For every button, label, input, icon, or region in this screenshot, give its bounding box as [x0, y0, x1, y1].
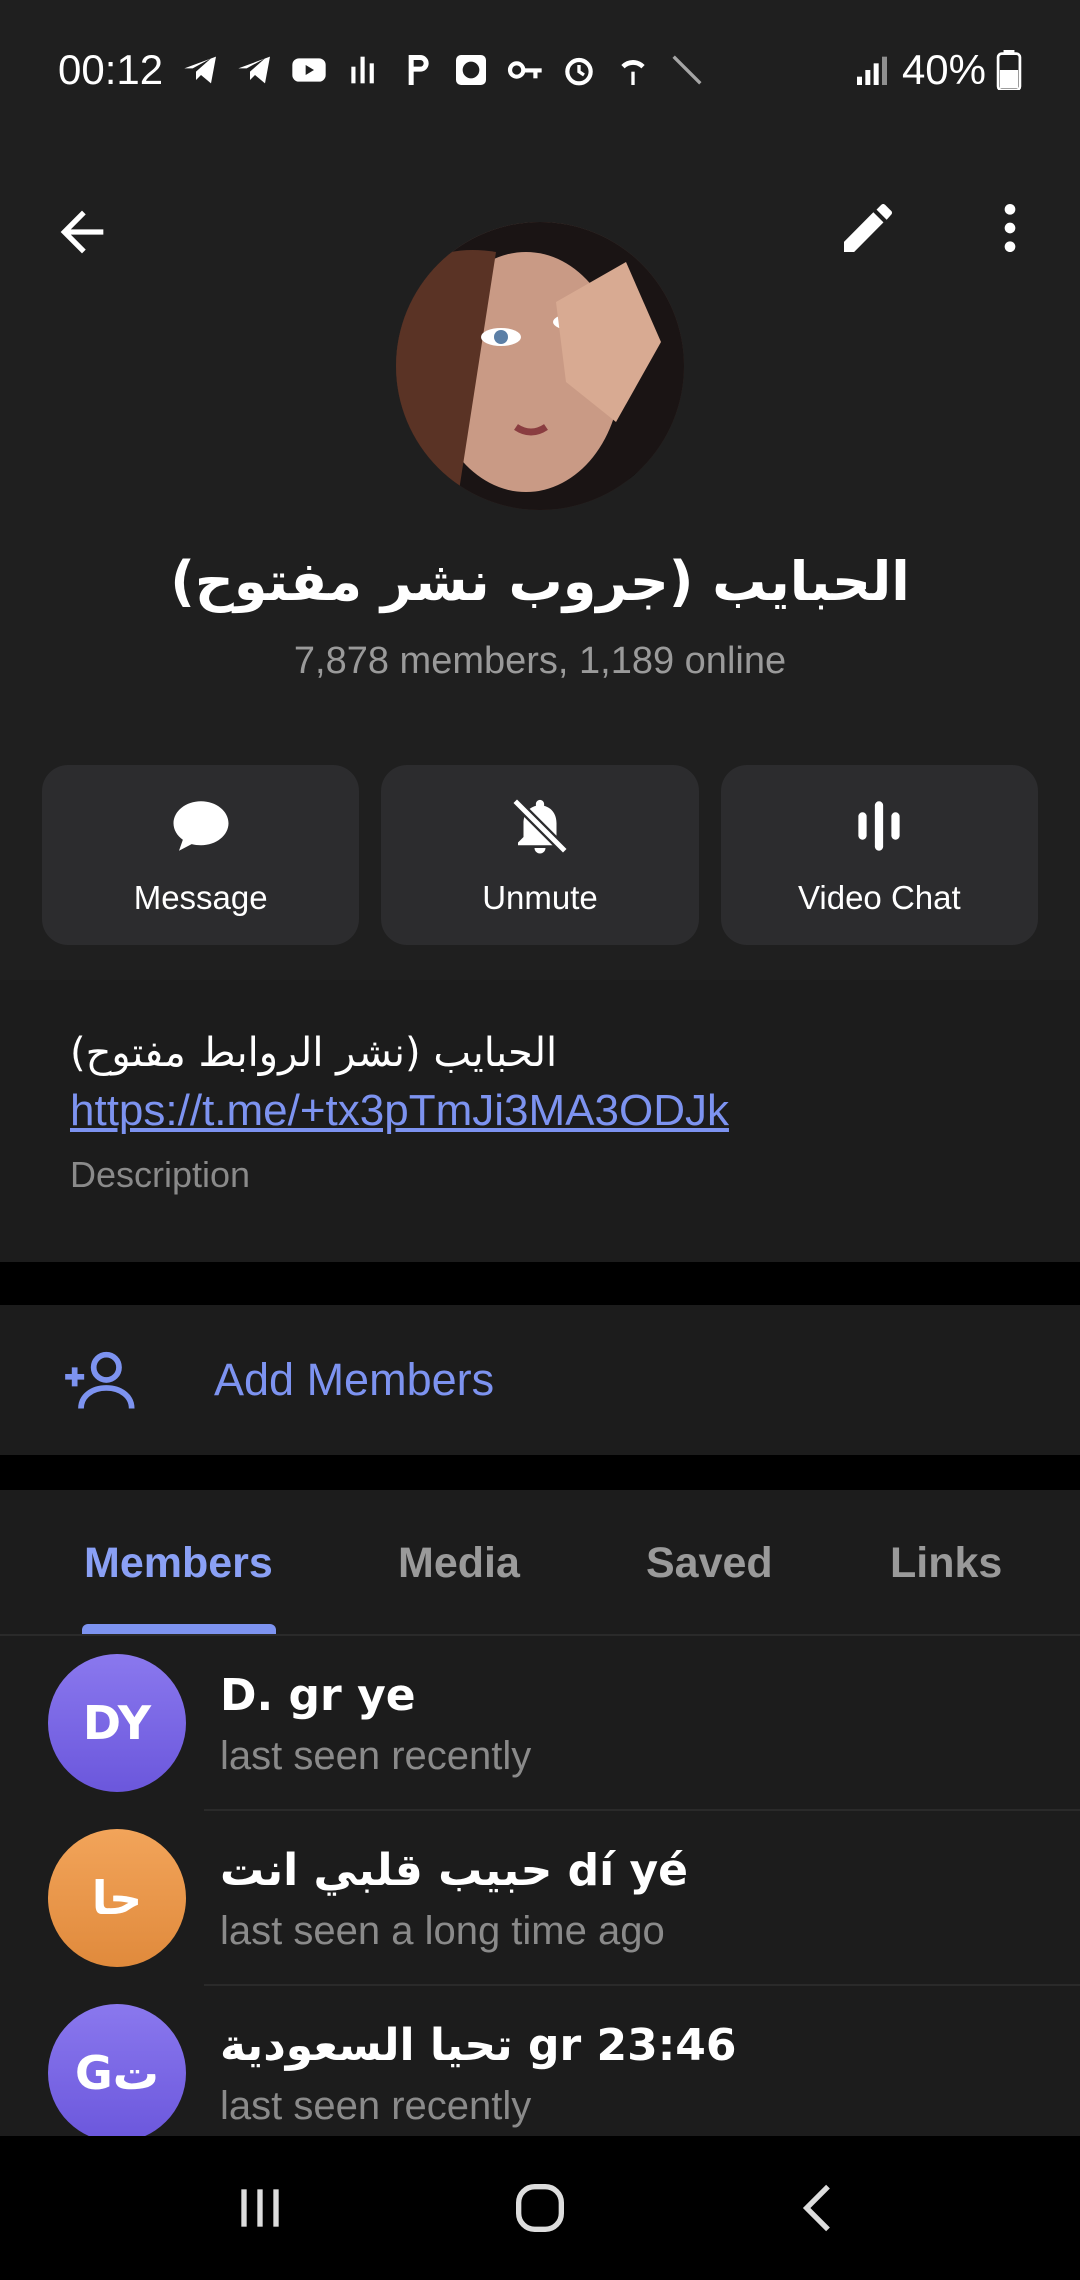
alarm-icon	[565, 57, 593, 86]
home-icon[interactable]	[508, 2176, 572, 2240]
message-button[interactable]: Message	[42, 765, 360, 945]
profile-header: الحبايب (جروب نشر مفتوح) 7,878 members, …	[0, 140, 1080, 980]
tab-saved[interactable]: Saved	[646, 1490, 773, 1636]
unmute-button-label: Unmute	[482, 879, 598, 916]
member-status: last seen recently	[220, 2084, 532, 2128]
status-time: 00:12	[58, 46, 164, 93]
battery-icon	[996, 50, 1022, 90]
battery-percent: 40%	[901, 46, 986, 93]
group-title: الحبايب (جروب نشر مفتوح)	[170, 550, 910, 613]
description-label: Description	[70, 1154, 251, 1195]
telegram-icon	[184, 56, 217, 84]
video-chat-button-label: Video Chat	[797, 879, 961, 916]
member-row[interactable]: DY D. gr ye last seen recently	[0, 1636, 1080, 1811]
telegram-icon	[238, 56, 271, 84]
member-name: D. gr ye	[220, 1670, 416, 1721]
stats-icon	[351, 56, 374, 84]
youtube-icon	[292, 58, 326, 82]
group-member-count: 7,878 members, 1,189 online	[293, 640, 787, 682]
tab-members[interactable]: Members	[84, 1490, 273, 1636]
member-status: last seen a long time ago	[220, 1909, 665, 1953]
voice-chat-icon	[858, 801, 900, 851]
avatar: حا	[48, 1829, 186, 1967]
member-status: last seen recently	[220, 1734, 532, 1778]
group-avatar[interactable]	[396, 222, 684, 510]
no-data-icon	[672, 55, 702, 85]
more-vert-icon[interactable]	[978, 196, 1042, 260]
status-bar: 00:12 40%	[0, 0, 1080, 140]
signal-icon	[856, 56, 887, 85]
pencil-icon[interactable]	[836, 196, 900, 260]
wifi-hotspot-icon	[621, 60, 645, 85]
message-bubble-icon	[173, 801, 229, 851]
alarm-app-icon	[456, 55, 487, 85]
description-section: الحبايب (نشر الروابط مفتوح) https://t.me…	[0, 980, 1080, 1262]
status-right: 40%	[852, 46, 1022, 94]
tab-media[interactable]: Media	[398, 1490, 520, 1636]
avatar: Gت	[48, 2004, 186, 2136]
member-name: حبيب قلبي انت dí yé	[220, 1845, 689, 1896]
video-chat-button[interactable]: Video Chat	[720, 765, 1038, 945]
system-nav-bar	[0, 2136, 1080, 2280]
action-buttons: Message Unmute Video Chat	[42, 765, 1038, 945]
invite-link[interactable]: https://t.me/+tx3pTmJi3MA3ODJk	[70, 1080, 1010, 1142]
avatar: DY	[48, 1654, 186, 1792]
tab-indicator	[82, 1624, 276, 1634]
member-row[interactable]: Gت تحيا السعودية gr 23:46 last seen rece…	[0, 1986, 1080, 2136]
avatar-photo-image	[396, 222, 684, 510]
description-text: الحبايب (نشر الروابط مفتوح)	[70, 1030, 558, 1076]
add-members-label: Add Members	[214, 1354, 495, 1405]
tabs-bar: Members Media Saved Links	[0, 1490, 1080, 1636]
member-name: تحيا السعودية gr 23:46	[220, 2020, 737, 2071]
notification-icons	[181, 50, 707, 90]
key-icon	[508, 61, 542, 79]
add-person-icon	[65, 1351, 135, 1409]
recent-apps-icon[interactable]	[228, 2176, 292, 2240]
parking-icon	[408, 55, 429, 85]
message-button-label: Message	[133, 879, 268, 916]
arrow-left-icon[interactable]	[50, 200, 114, 264]
add-members-button[interactable]: Add Members	[0, 1305, 1080, 1455]
bell-off-icon	[511, 797, 569, 855]
back-nav-icon[interactable]	[788, 2176, 852, 2240]
member-row[interactable]: حا حبيب قلبي انت dí yé last seen a long …	[0, 1811, 1080, 1986]
tab-links[interactable]: Links	[890, 1490, 1002, 1636]
unmute-button[interactable]: Unmute	[381, 765, 699, 945]
member-list: DY D. gr ye last seen recently حا حبيب ق…	[0, 1636, 1080, 2136]
